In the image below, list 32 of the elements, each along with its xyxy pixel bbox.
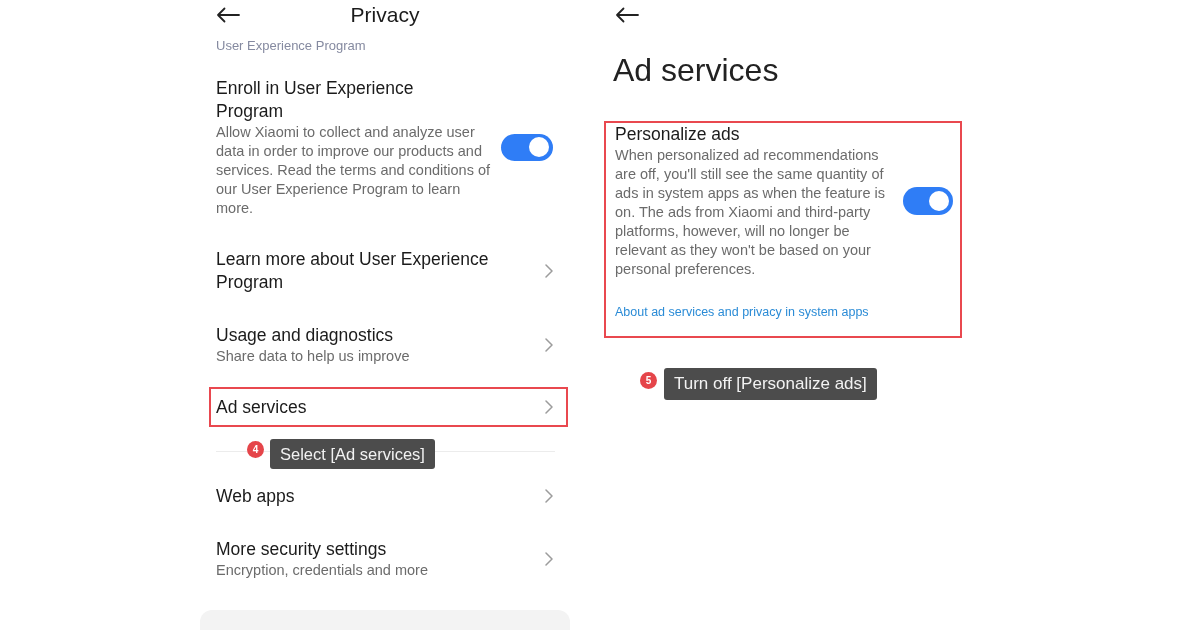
chevron-right-icon (545, 263, 553, 278)
row-title: Ad services (216, 395, 307, 419)
row-description: Allow Xiaomi to collect and analyze user data in order to improve our products and services. Read the terms and conditions of our User Experience Program to learn more. (216, 122, 492, 218)
screen-title: Ad services (612, 51, 779, 90)
settings-row[interactable]: Usage and diagnostics Share data to help us improve (209, 315, 568, 374)
instruction-tooltip: Turn off [Personalize ads] (664, 368, 877, 400)
chevron-right-icon (545, 489, 553, 503)
settings-row[interactable]: More security settings Encryption, credentials and more (209, 529, 568, 588)
row-title: Personalize ads (615, 123, 740, 146)
instruction-tooltip: Select [Ad services] (270, 439, 435, 469)
row-description: Share data to help us improve (216, 346, 410, 366)
settings-row[interactable]: Web apps (209, 476, 568, 516)
screen-title: Privacy (350, 2, 420, 28)
row-title: Enroll in User Experience Program (216, 76, 415, 123)
row-title: More security settings (216, 537, 387, 561)
section-label: User Experience Program (215, 38, 366, 54)
row-description: When personalized ad recommendations are off, you'll still see the same quantity of ads in system apps as when the feature is on. The ads from Xiaomi and third-party platforms, however, will no longer be relevant as they won't be based on your personal preferences. (615, 146, 886, 279)
row-title: Usage and diagnostics (216, 323, 394, 347)
privacy-link[interactable]: About ad services and privacy in system apps (615, 304, 869, 320)
chevron-right-icon (545, 337, 553, 352)
chevron-right-icon (545, 551, 553, 566)
back-arrow-icon[interactable] (216, 7, 240, 23)
back-arrow-icon[interactable] (615, 7, 639, 23)
row-title: Learn more about User Experience Program (216, 247, 490, 294)
toggle-switch[interactable] (903, 187, 953, 215)
step-number-badge: 4 (247, 441, 264, 458)
chevron-right-icon (545, 400, 553, 414)
row-title: Web apps (216, 484, 295, 508)
toggle-switch[interactable] (501, 133, 553, 161)
settings-row[interactable]: Learn more about User Experience Program (209, 239, 568, 302)
row-description: Encryption, credentials and more (216, 560, 428, 580)
step-number-badge: 5 (640, 371, 657, 389)
